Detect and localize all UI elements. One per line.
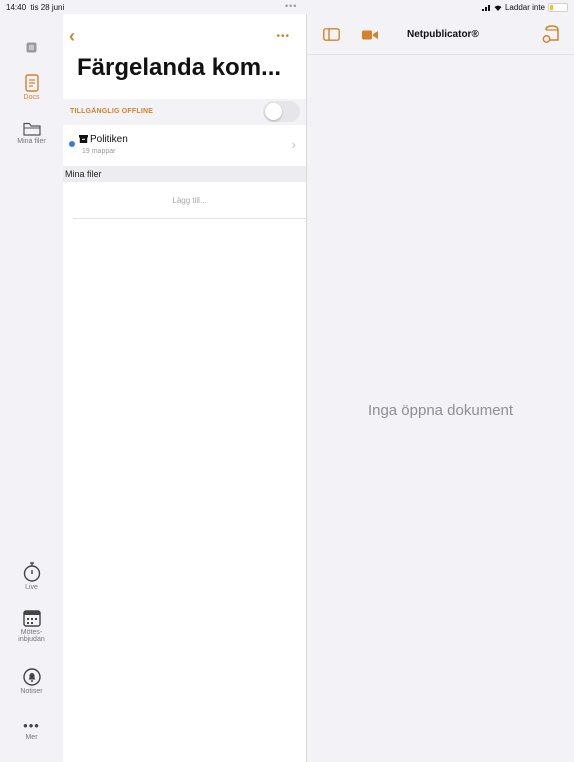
key-icon[interactable] [542, 24, 562, 44]
viewer-title: Netpublicator® [407, 29, 479, 40]
wifi-icon [494, 5, 502, 11]
calendar-icon [22, 610, 41, 627]
multitasking-dots-icon[interactable]: ••• [285, 1, 297, 11]
video-camera-icon[interactable] [362, 30, 378, 40]
status-time: 14:40 tis 28 juni [6, 3, 65, 12]
sidebar-item-mina-filer[interactable]: Mina filer [0, 122, 63, 145]
chevron-right-icon: › [291, 136, 296, 152]
sidebar-item-label-line2: inbjudan [18, 636, 45, 643]
sidebar-item-notiser[interactable]: Notiser [0, 668, 63, 695]
sidebar-rail: Docs Mina filer Live Mötes- inbjudan Not… [0, 14, 63, 762]
page-title: Färgelanda kom... [77, 54, 282, 81]
list-item-subtitle: 19 mappar [82, 148, 116, 155]
sidebar-item-docs[interactable]: Docs [0, 74, 63, 101]
toggle-knob [265, 103, 282, 120]
list-item[interactable]: Politiken 19 mappar › [63, 126, 306, 166]
sidebar-toggle-icon[interactable] [323, 28, 340, 41]
battery-icon [548, 3, 568, 12]
battery-status-text: Laddar inte [504, 3, 545, 12]
list-item-name: Politiken [90, 134, 128, 145]
viewer-toolbar: Netpublicator® [307, 14, 574, 55]
empty-state-text: Inga öppna dokument [367, 402, 514, 419]
document-list-panel: ‹ ••• Färgelanda kom... TILLGÄNGLIG OFFL… [63, 14, 307, 762]
ellipsis-icon: ••• [23, 718, 40, 733]
sidebar-item-label: Notiser [20, 688, 43, 695]
folder-icon [22, 122, 41, 136]
sidebar-item-mer[interactable]: ••• Mer [0, 718, 63, 741]
sidebar-item-motesinbjudan[interactable]: Mötes- inbjudan [0, 610, 63, 643]
status-bar: 14:40 tis 28 juni ••• Laddar inte [0, 0, 574, 14]
section-label: Mina filer [65, 169, 102, 179]
add-button[interactable]: Lägg till... [73, 184, 306, 219]
offline-label: TILLGÄNGLIG OFFLINE [70, 108, 154, 115]
offline-row: TILLGÄNGLIG OFFLINE [63, 99, 306, 125]
stopwatch-icon [23, 562, 40, 582]
document-viewer: Netpublicator® Inga öppna dokument [307, 14, 574, 762]
bell-icon [22, 668, 41, 686]
archive-box-icon [79, 135, 88, 143]
sidebar-item-label: Mer [25, 734, 38, 741]
sidebar-item-label: Mötes- [20, 629, 43, 636]
offline-toggle[interactable] [263, 101, 300, 122]
sidebar-item-label: Docs [23, 94, 40, 101]
status-right: Laddar inte [481, 3, 568, 12]
signal-icon [481, 4, 490, 11]
add-label: Lägg till... [172, 196, 207, 205]
more-options-icon[interactable]: ••• [276, 31, 290, 42]
docs-icon [24, 74, 39, 92]
sidebar-toggle[interactable] [0, 42, 63, 55]
sidebar-item-label: Live [25, 584, 38, 591]
sidebar-item-label: Mina filer [17, 138, 46, 145]
square-icon [26, 42, 37, 53]
sidebar-item-live[interactable]: Live [0, 562, 63, 591]
unread-dot-icon [69, 141, 75, 147]
back-chevron-icon[interactable]: ‹ [69, 26, 75, 47]
section-header: Mina filer [63, 166, 306, 182]
